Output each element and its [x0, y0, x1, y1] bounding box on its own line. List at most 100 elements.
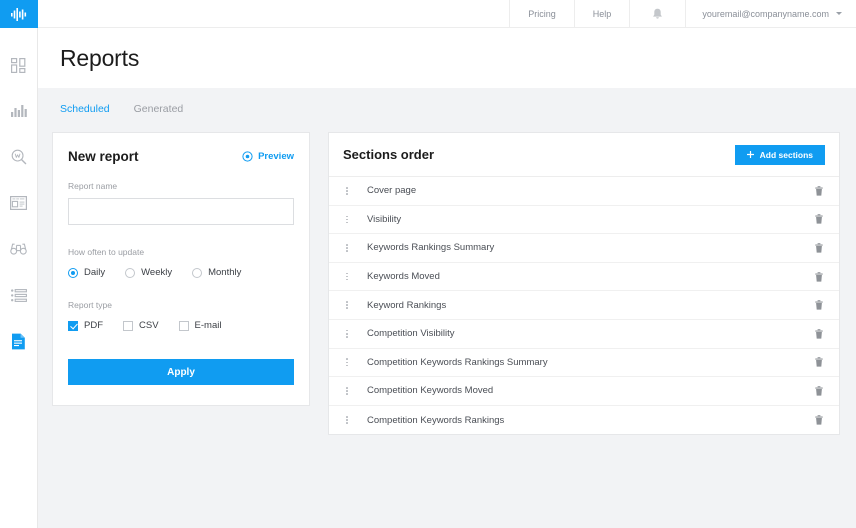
app-logo[interactable] — [0, 0, 38, 28]
browser-window-icon — [10, 196, 27, 210]
page-title: Reports — [60, 45, 139, 72]
tab-scheduled[interactable]: Scheduled — [60, 103, 110, 132]
table-row[interactable]: Competition Keywords Rankings — [329, 406, 839, 435]
trash-icon[interactable] — [813, 300, 825, 310]
new-report-card: New report Preview Report name How ofte — [52, 132, 310, 406]
drag-handle-icon[interactable] — [341, 330, 353, 338]
table-row[interactable]: Cover page — [329, 177, 839, 206]
checkbox-email-icon — [179, 321, 189, 331]
eye-icon — [242, 151, 253, 162]
panels-row: New report Preview Report name How ofte — [38, 132, 856, 435]
report-name-input[interactable] — [68, 198, 294, 225]
sections-list: Cover page Visibility — [329, 177, 839, 434]
sidebar — [0, 0, 38, 528]
section-label: Keyword Rankings — [353, 300, 813, 311]
sidebar-item-analytics[interactable] — [0, 88, 38, 134]
user-account-menu[interactable]: youremail@companyname.com — [685, 0, 856, 27]
binoculars-icon — [10, 243, 27, 255]
table-row[interactable]: Keywords Moved — [329, 263, 839, 292]
section-label: Competition Keywords Rankings — [353, 415, 813, 426]
tab-generated[interactable]: Generated — [134, 103, 184, 132]
drag-handle-icon[interactable] — [341, 387, 353, 395]
section-label: Competition Visibility — [353, 328, 813, 339]
sidebar-item-keywords[interactable] — [0, 272, 38, 318]
top-navigation-bar: Pricing Help youremail@companyname.com — [38, 0, 856, 28]
soundwave-logo-icon — [11, 8, 27, 21]
section-label: Keywords Rankings Summary — [353, 242, 813, 253]
report-name-label: Report name — [68, 181, 294, 191]
checkbox-email[interactable]: E-mail — [179, 320, 222, 331]
checkbox-csv[interactable]: CSV — [123, 320, 159, 331]
table-row[interactable]: Competition Keywords Rankings Summary — [329, 349, 839, 378]
trash-icon[interactable] — [813, 415, 825, 425]
checkbox-csv-label: CSV — [139, 320, 159, 331]
page-header: Reports — [38, 28, 856, 88]
table-row[interactable]: Keyword Rankings — [329, 291, 839, 320]
notifications-button[interactable] — [629, 0, 685, 27]
magnifier-w-icon — [11, 149, 27, 165]
sidebar-item-competitors[interactable] — [0, 226, 38, 272]
preview-label: Preview — [258, 151, 294, 162]
radio-daily[interactable]: Daily — [68, 267, 105, 278]
sections-order-title: Sections order — [343, 147, 434, 162]
topbar-pricing-link[interactable]: Pricing — [509, 0, 574, 27]
report-type-group: Report type PDF CSV — [68, 300, 294, 331]
sidebar-item-reports[interactable] — [0, 318, 38, 364]
user-email-label: youremail@companyname.com — [702, 9, 829, 19]
radio-weekly[interactable]: Weekly — [125, 267, 172, 278]
drag-handle-icon[interactable] — [341, 244, 353, 252]
app-root: Pricing Help youremail@companyname.com R… — [0, 0, 856, 528]
drag-handle-icon[interactable] — [341, 187, 353, 195]
trash-icon[interactable] — [813, 186, 825, 196]
frequency-options: Daily Weekly Monthly — [68, 267, 294, 278]
frequency-group: How often to update Daily Weekly — [68, 247, 294, 278]
sections-order-card: Sections order Add sections Cover page — [328, 132, 840, 435]
frequency-label: How often to update — [68, 247, 294, 257]
add-sections-button[interactable]: Add sections — [735, 145, 825, 165]
radio-weekly-label: Weekly — [141, 267, 172, 278]
drag-handle-icon[interactable] — [341, 216, 353, 224]
table-row[interactable]: Keywords Rankings Summary — [329, 234, 839, 263]
radio-monthly[interactable]: Monthly — [192, 267, 241, 278]
new-report-title: New report — [68, 149, 139, 164]
apply-button[interactable]: Apply — [68, 359, 294, 385]
sidebar-item-serp[interactable] — [0, 180, 38, 226]
chevron-down-icon — [836, 12, 842, 15]
document-report-icon — [11, 333, 26, 350]
section-label: Visibility — [353, 214, 813, 225]
list-lines-icon — [11, 289, 27, 302]
plus-icon — [747, 151, 754, 158]
preview-button[interactable]: Preview — [242, 151, 294, 162]
trash-icon[interactable] — [813, 329, 825, 339]
drag-handle-icon[interactable] — [341, 416, 353, 424]
trash-icon[interactable] — [813, 357, 825, 367]
sidebar-item-research[interactable] — [0, 134, 38, 180]
checkbox-pdf-label: PDF — [84, 320, 103, 331]
checkbox-pdf[interactable]: PDF — [68, 320, 103, 331]
table-row[interactable]: Competition Visibility — [329, 320, 839, 349]
trash-icon[interactable] — [813, 272, 825, 282]
trash-icon[interactable] — [813, 243, 825, 253]
bar-chart-icon — [11, 104, 27, 118]
section-label: Keywords Moved — [353, 271, 813, 282]
main-column: Pricing Help youremail@companyname.com R… — [38, 0, 856, 528]
table-row[interactable]: Visibility — [329, 206, 839, 235]
new-report-header: New report Preview — [68, 149, 294, 164]
radio-weekly-icon — [125, 268, 135, 278]
radio-daily-label: Daily — [84, 267, 105, 278]
content-area: Scheduled Generated New report Preview — [38, 88, 856, 528]
sections-order-header: Sections order Add sections — [329, 133, 839, 177]
checkbox-csv-icon — [123, 321, 133, 331]
checkbox-email-label: E-mail — [195, 320, 222, 331]
grid-dashboard-icon — [11, 58, 26, 73]
checkbox-pdf-icon — [68, 321, 78, 331]
trash-icon[interactable] — [813, 214, 825, 224]
topbar-help-link[interactable]: Help — [574, 0, 630, 27]
trash-icon[interactable] — [813, 386, 825, 396]
report-type-label: Report type — [68, 300, 294, 310]
drag-handle-icon[interactable] — [341, 358, 353, 366]
drag-handle-icon[interactable] — [341, 273, 353, 281]
table-row[interactable]: Competition Keywords Moved — [329, 377, 839, 406]
drag-handle-icon[interactable] — [341, 301, 353, 309]
sidebar-item-dashboard[interactable] — [0, 42, 38, 88]
